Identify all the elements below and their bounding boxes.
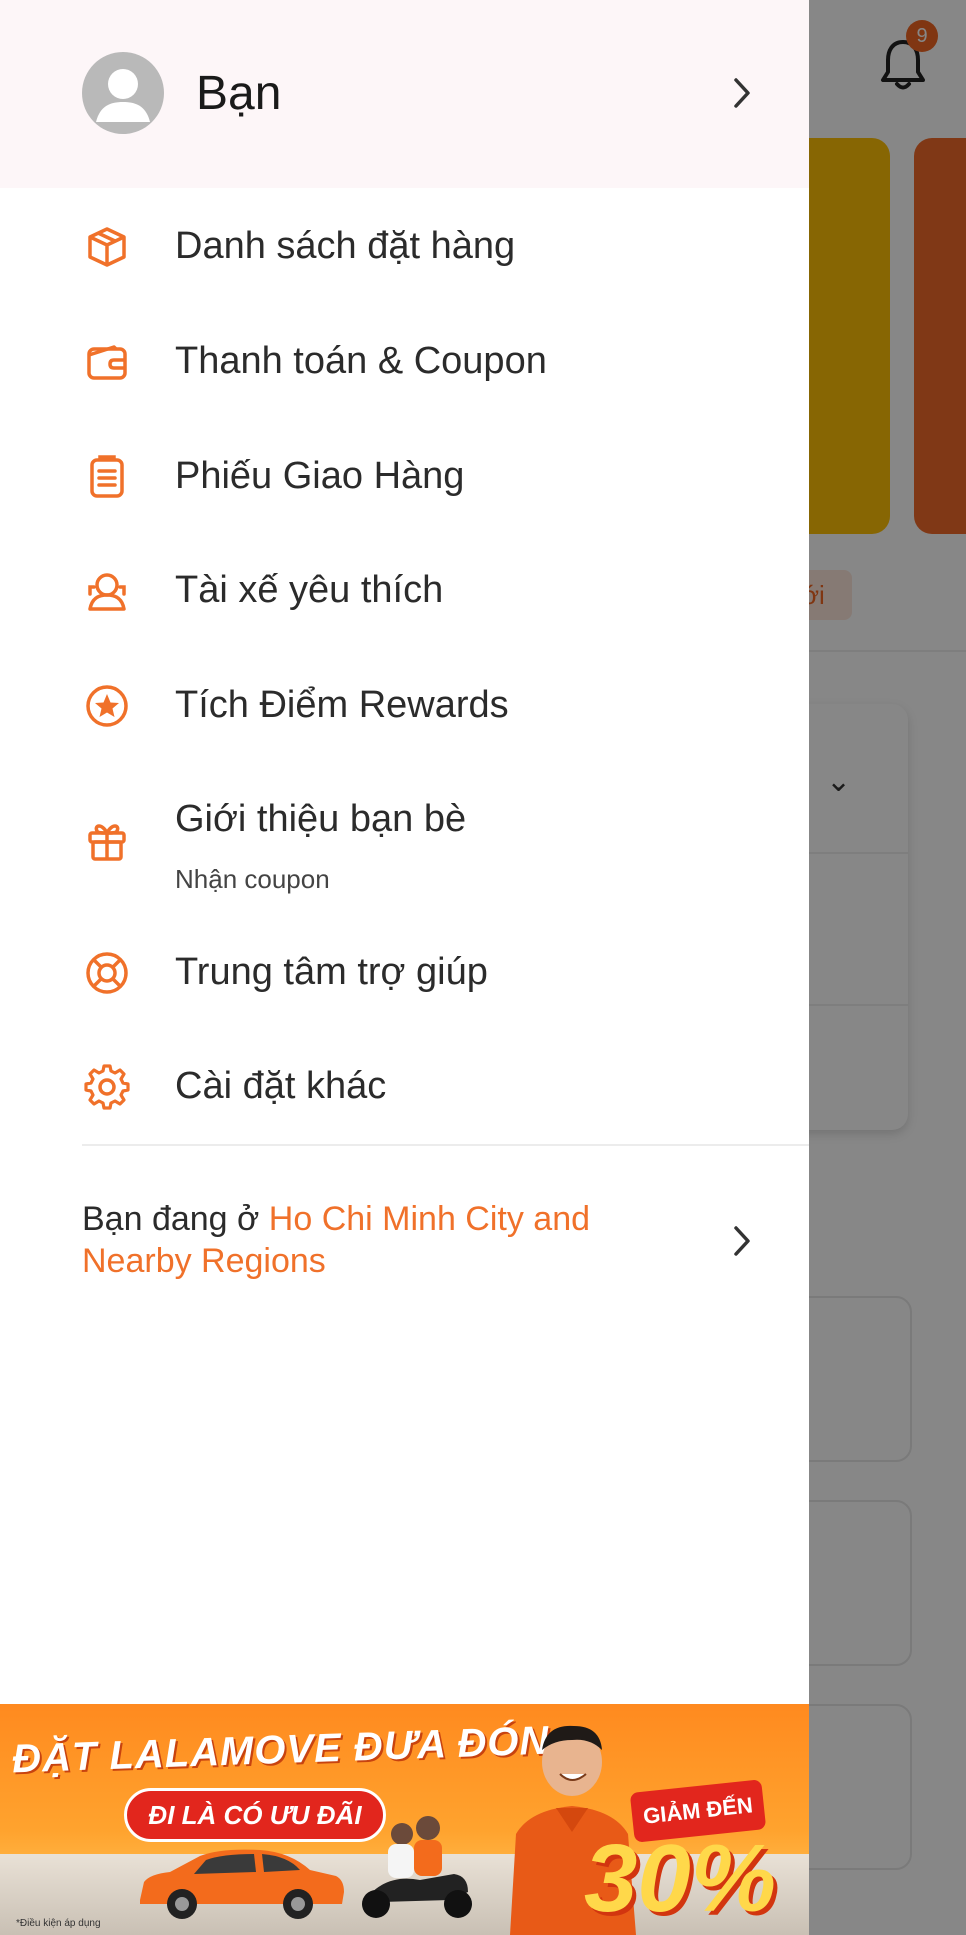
location-prefix: Bạn đang ở: [82, 1200, 269, 1238]
chevron-right-icon[interactable]: [729, 1224, 755, 1258]
banner-pill: ĐI LÀ CÓ ƯU ĐÃI: [124, 1788, 386, 1842]
profile-name: Bạn: [196, 67, 282, 120]
menu-item-label: Phiếu Giao Hàng: [175, 455, 465, 497]
menu-item-favorite-drivers[interactable]: Tài xế yêu thích: [0, 541, 809, 641]
menu-item-label: Tài xế yêu thích: [175, 569, 444, 611]
profile-header[interactable]: Bạn: [0, 0, 809, 188]
menu-item-payment[interactable]: Thanh toán & Coupon: [0, 312, 809, 412]
banner-title: ĐẶT LALAMOVE ĐƯA ĐÓN: [11, 1718, 551, 1782]
menu-item-help-center[interactable]: Trung tâm trợ giúp: [0, 923, 809, 1023]
menu-item-label: Cài đặt khác: [175, 1065, 387, 1107]
clipboard-icon: [90, 455, 124, 498]
side-drawer: Bạn Danh sách đặt hàng Thanh toán & Coup…: [0, 0, 809, 1935]
wallet-icon: [87, 345, 127, 380]
car-illustration: [140, 1849, 344, 1919]
driver-icon: [88, 573, 126, 611]
current-location[interactable]: Bạn đang ở Ho Chi Minh City and Nearby R…: [82, 1198, 702, 1282]
star-badge-icon: [86, 685, 128, 727]
menu-item-label: Trung tâm trợ giúp: [175, 951, 488, 993]
chevron-right-icon: [734, 78, 750, 108]
menu-item-settings[interactable]: Cài đặt khác: [0, 1037, 809, 1137]
menu-item-sublabel: Nhận coupon: [175, 864, 330, 894]
menu-item-orders[interactable]: Danh sách đặt hàng: [0, 197, 809, 297]
divider: [82, 1144, 809, 1146]
menu-item-delivery-note[interactable]: Phiếu Giao Hàng: [0, 427, 809, 527]
menu-item-refer-friends[interactable]: Giới thiệu bạn bè Nhận coupon: [0, 770, 809, 906]
promo-banner[interactable]: ĐẶT LALAMOVE ĐƯA ĐÓN ĐI LÀ CÓ ƯU ĐÃI GIẢ…: [0, 1704, 809, 1935]
menu-item-label: Giới thiệu bạn bè: [175, 798, 467, 840]
menu-item-label: Danh sách đặt hàng: [175, 225, 516, 267]
discount-percent: 30%: [584, 1825, 777, 1932]
menu-item-label: Thanh toán & Coupon: [175, 340, 547, 382]
motorbike-illustration: [362, 1816, 472, 1918]
menu-item-rewards[interactable]: Tích Điểm Rewards: [0, 656, 809, 756]
lifebuoy-icon: [86, 952, 128, 994]
gift-icon: [88, 824, 126, 861]
gear-icon: [84, 1064, 130, 1110]
user-icon: [96, 69, 150, 122]
avatar: [82, 52, 164, 134]
banner-terms-note: *Điều kiện áp dụng: [16, 1918, 101, 1929]
box-icon: [88, 227, 126, 267]
menu-item-label: Tích Điểm Rewards: [175, 684, 509, 726]
